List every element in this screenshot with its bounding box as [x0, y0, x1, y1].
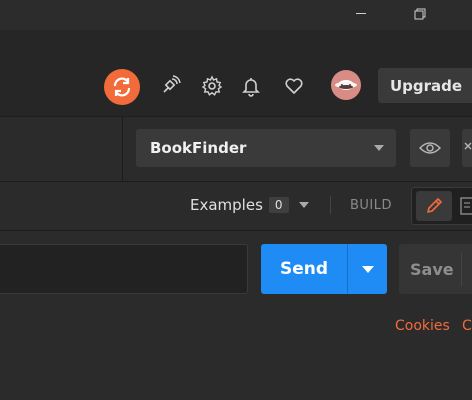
avatar[interactable]: [331, 70, 361, 100]
examples-count-badge: 0: [268, 197, 289, 213]
title-bar: [0, 0, 472, 30]
pencil-icon: [427, 198, 442, 213]
heart-icon: [285, 78, 303, 94]
settings-icon: [464, 142, 472, 150]
browse-mode-button[interactable]: [460, 191, 472, 221]
eye-icon: [419, 142, 441, 154]
code-link[interactable]: C: [462, 318, 472, 334]
save-button[interactable]: Save: [399, 244, 472, 294]
document-icon: [460, 197, 472, 215]
settings-button[interactable]: [196, 70, 228, 102]
satellite-icon: [163, 75, 181, 93]
examples-label: Examples: [190, 196, 263, 214]
environment-select[interactable]: BookFinder: [136, 129, 396, 167]
send-label: Send: [279, 259, 329, 279]
settings-icon: [201, 75, 223, 96]
restore-icon: [414, 8, 426, 20]
save-label: Save: [410, 259, 454, 279]
sync-button[interactable]: [104, 69, 140, 105]
chevron-down-icon: [374, 145, 384, 151]
minimize-icon[interactable]: [356, 13, 366, 14]
chevron-down-icon: [361, 265, 374, 273]
request-url-input[interactable]: [0, 244, 248, 294]
manage-environments-button[interactable]: [462, 129, 472, 167]
examples-dropdown[interactable]: Examples 0: [190, 194, 309, 216]
notifications-button[interactable]: [235, 70, 267, 102]
cookies-link[interactable]: Cookies: [395, 318, 450, 334]
divider: [122, 117, 123, 181]
build-mode-button[interactable]: [416, 191, 452, 221]
upgrade-label: Upgrade: [390, 76, 463, 95]
environment-quick-look-button[interactable]: [410, 129, 450, 167]
favorites-button[interactable]: [278, 70, 310, 102]
send-split-button: Send: [261, 244, 387, 294]
restore-button[interactable]: [409, 3, 431, 25]
divider: [461, 252, 462, 286]
chevron-down-icon: [298, 202, 309, 208]
send-options-button[interactable]: [348, 244, 387, 294]
bell-icon: [242, 78, 260, 97]
send-button[interactable]: Send: [261, 244, 347, 294]
avatar-icon: [335, 80, 357, 90]
build-label: BUILD: [350, 198, 393, 213]
capture-requests-button[interactable]: [154, 70, 186, 102]
environment-selected-label: BookFinder: [150, 139, 247, 157]
divider: [330, 196, 331, 214]
sync-icon: [113, 77, 131, 97]
upgrade-button[interactable]: Upgrade: [378, 68, 472, 103]
